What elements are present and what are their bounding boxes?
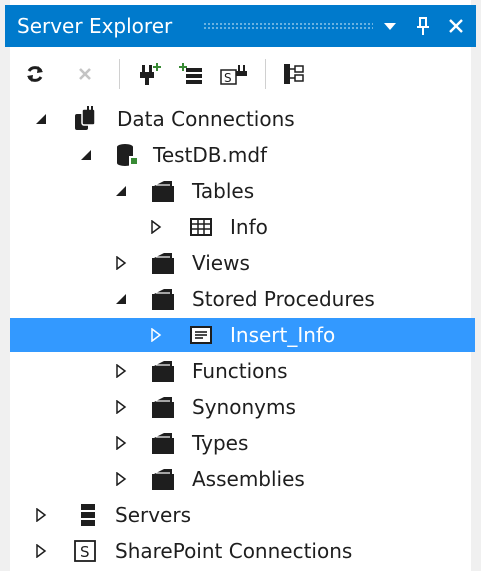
collapsed-arrow-icon[interactable] bbox=[113, 398, 129, 416]
connect-to-database-icon bbox=[140, 63, 161, 85]
tree-node-label: Servers bbox=[115, 503, 192, 527]
drag-grip[interactable] bbox=[203, 22, 373, 29]
expanded-arrow-icon[interactable] bbox=[33, 110, 49, 128]
collapsed-arrow-icon[interactable] bbox=[113, 434, 129, 452]
tree-node-functions[interactable]: Functions bbox=[10, 354, 475, 388]
servers-icon bbox=[75, 502, 101, 528]
close-button[interactable] bbox=[443, 12, 469, 40]
expanded-arrow-icon[interactable] bbox=[113, 182, 129, 200]
tree-node-label: Views bbox=[192, 251, 250, 275]
tree-node-sharepoint-connections[interactable]: S SharePoint Connections bbox=[10, 534, 475, 568]
tree-node-label: Stored Procedures bbox=[192, 287, 375, 311]
collapsed-arrow-icon[interactable] bbox=[113, 470, 129, 488]
connect-to-server-icon bbox=[179, 63, 202, 84]
collapsed-arrow-icon[interactable] bbox=[33, 542, 49, 560]
collapsed-arrow-icon[interactable] bbox=[148, 326, 164, 344]
title-bar[interactable]: Server Explorer bbox=[5, 5, 476, 47]
toolbar-separator bbox=[119, 59, 120, 89]
folder-icon bbox=[150, 286, 176, 312]
tree-node-views[interactable]: Views bbox=[10, 246, 475, 280]
tree-node-testdb[interactable]: TestDB.mdf bbox=[10, 138, 475, 172]
tree-node-insert-info[interactable]: Insert_Info bbox=[10, 318, 475, 352]
sharepoint-icon: S bbox=[72, 538, 98, 564]
stop-refresh-button[interactable] bbox=[71, 60, 99, 88]
folder-icon bbox=[150, 358, 176, 384]
collapsed-arrow-icon[interactable] bbox=[33, 506, 49, 524]
folder-icon bbox=[150, 178, 176, 204]
folder-icon bbox=[150, 430, 176, 456]
tree-node-label: SharePoint Connections bbox=[115, 539, 353, 563]
folder-icon bbox=[150, 250, 176, 276]
tree-node-servers[interactable]: Servers bbox=[10, 498, 475, 532]
object-browser-button[interactable] bbox=[279, 60, 307, 88]
connect-to-database-button[interactable] bbox=[135, 60, 163, 88]
collapsed-arrow-icon[interactable] bbox=[148, 218, 164, 236]
tree-node-data-connections[interactable]: Data Connections bbox=[10, 102, 475, 136]
stop-icon bbox=[79, 68, 91, 80]
table-icon bbox=[188, 214, 214, 240]
svg-text:S: S bbox=[80, 543, 90, 561]
tree-node-synonyms[interactable]: Synonyms bbox=[10, 390, 475, 424]
panel-title: Server Explorer bbox=[17, 14, 173, 38]
tree-node-types[interactable]: Types bbox=[10, 426, 475, 460]
connect-to-sharepoint-button[interactable]: S bbox=[219, 60, 247, 88]
expanded-arrow-icon[interactable] bbox=[78, 146, 94, 164]
close-icon bbox=[449, 19, 463, 33]
folder-icon bbox=[150, 466, 176, 492]
connect-to-sharepoint-icon: S bbox=[220, 65, 247, 85]
data-connections-icon bbox=[72, 106, 98, 132]
svg-text:S: S bbox=[224, 71, 232, 85]
object-browser-icon bbox=[284, 64, 304, 84]
refresh-icon bbox=[27, 66, 43, 82]
tree-node-label: Insert_Info bbox=[230, 323, 336, 347]
tree-node-label: Assemblies bbox=[192, 467, 305, 491]
window-position-dropdown-button[interactable] bbox=[377, 12, 403, 40]
connect-to-server-button[interactable] bbox=[178, 60, 206, 88]
tree-node-stored-procedures[interactable]: Stored Procedures bbox=[10, 282, 475, 316]
tree-node-label: Types bbox=[192, 431, 249, 455]
tree-node-label: Synonyms bbox=[192, 395, 296, 419]
tree-node-info[interactable]: Info bbox=[10, 210, 475, 244]
tree-node-label: Info bbox=[230, 215, 268, 239]
toolbar-separator-2 bbox=[265, 59, 266, 89]
refresh-button[interactable] bbox=[21, 60, 49, 88]
pin-icon bbox=[417, 17, 429, 35]
tree-node-assemblies[interactable]: Assemblies bbox=[10, 462, 475, 496]
tree-node-label: Data Connections bbox=[117, 107, 295, 131]
tree-node-label: TestDB.mdf bbox=[153, 143, 268, 167]
tree-node-tables[interactable]: Tables bbox=[10, 174, 475, 208]
tree-node-label: Functions bbox=[192, 359, 288, 383]
auto-hide-pin-button[interactable] bbox=[410, 12, 436, 40]
toolbar: S bbox=[15, 56, 466, 94]
expanded-arrow-icon[interactable] bbox=[113, 290, 129, 308]
collapsed-arrow-icon[interactable] bbox=[113, 362, 129, 380]
database-icon bbox=[115, 142, 141, 168]
dropdown-arrow-icon bbox=[384, 23, 396, 30]
collapsed-arrow-icon[interactable] bbox=[113, 254, 129, 272]
tree-node-label: Tables bbox=[192, 179, 255, 203]
folder-icon bbox=[150, 394, 176, 420]
stored-procedure-icon bbox=[188, 322, 214, 348]
